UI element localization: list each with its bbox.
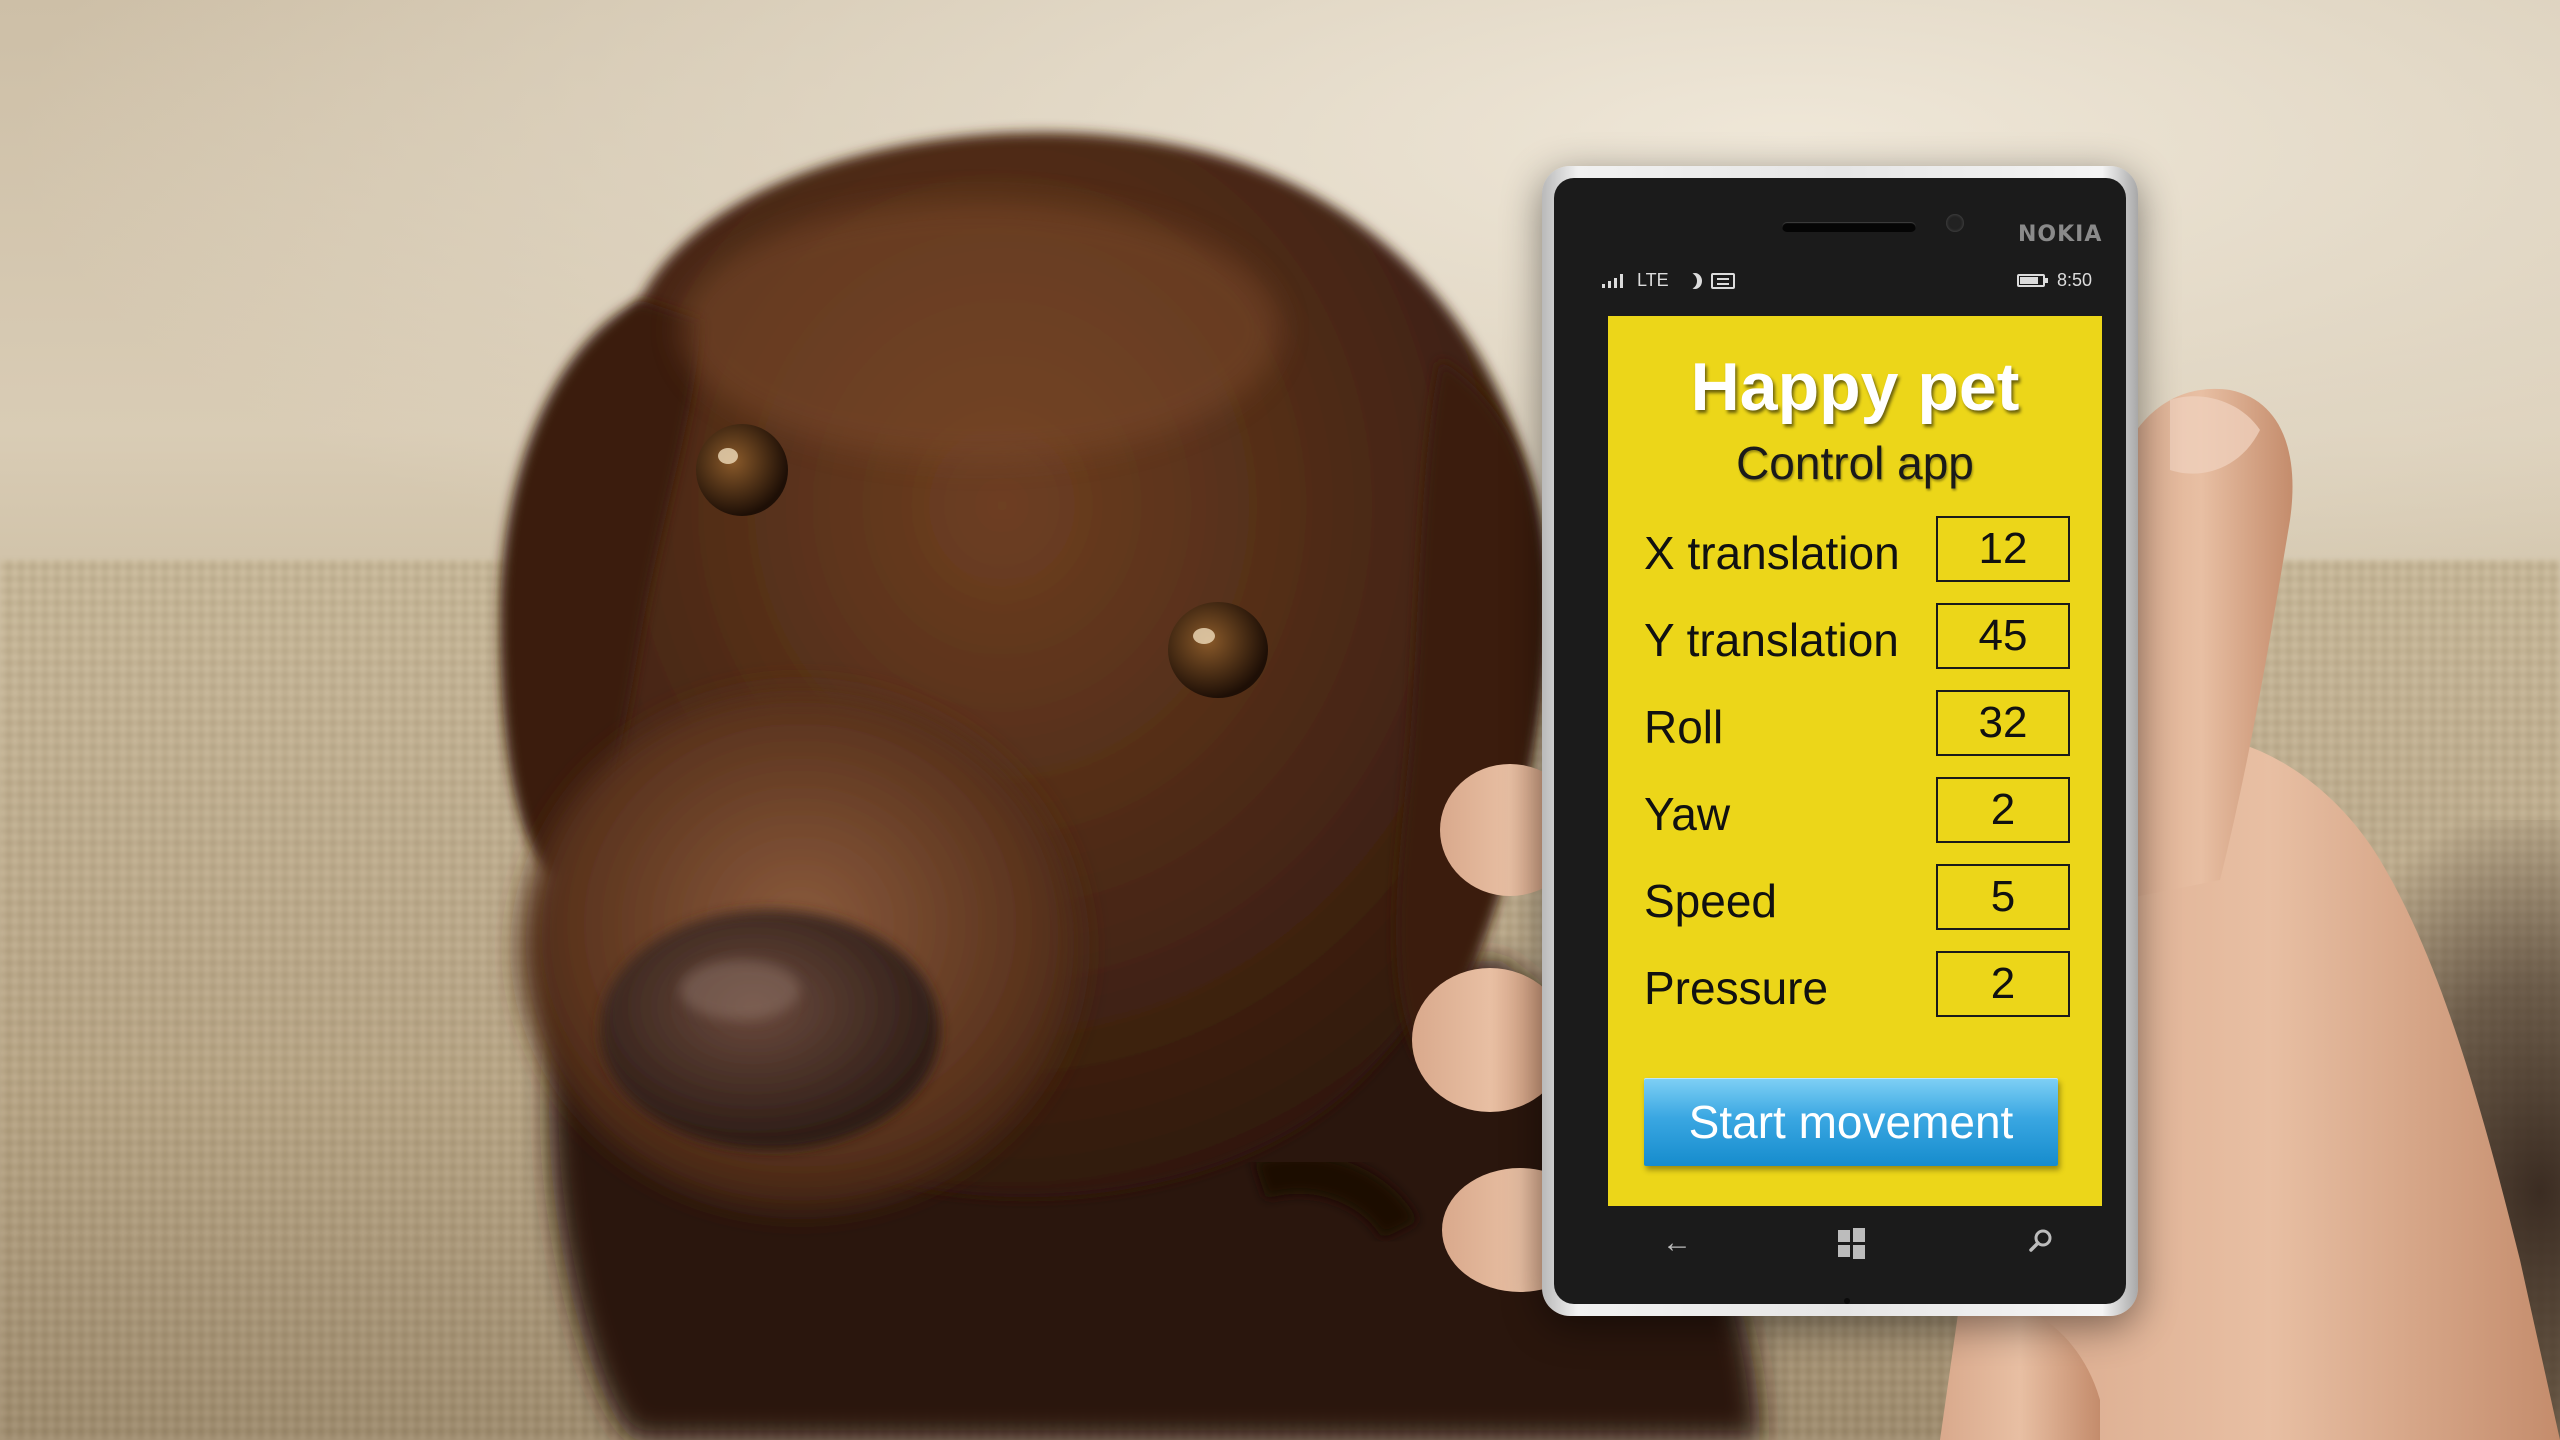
- x-translation-input[interactable]: [1936, 516, 2070, 582]
- app-screen: Happy pet Control app X translation Y tr…: [1608, 316, 2102, 1206]
- signal-icon: [1602, 273, 1623, 288]
- start-movement-button[interactable]: Start movement: [1644, 1078, 2058, 1166]
- background-photo: NOKIA LTE 8:50 Happy pet Control app X t…: [0, 0, 2560, 1440]
- search-icon[interactable]: [2028, 1228, 2054, 1254]
- pressure-input[interactable]: [1936, 951, 2070, 1017]
- param-label: Y translation: [1644, 614, 1899, 666]
- param-label: Roll: [1644, 701, 1724, 753]
- roll-input[interactable]: [1936, 690, 2070, 756]
- hand-illustration: [0, 0, 2560, 1440]
- phone-nav-bar: ←: [1598, 1214, 2098, 1270]
- phone-speaker: [1782, 222, 1916, 232]
- param-label: X translation: [1644, 527, 1900, 579]
- param-label: Pressure: [1644, 962, 1829, 1014]
- param-label: Yaw: [1644, 788, 1731, 840]
- status-bar: LTE 8:50: [1598, 266, 2098, 296]
- front-camera-icon: [1946, 214, 1964, 232]
- param-row-yaw: Yaw: [1608, 777, 2102, 847]
- moon-icon: [1683, 273, 1697, 289]
- param-row-pressure: Pressure: [1608, 951, 2102, 1021]
- battery-icon: [2016, 274, 2048, 287]
- windows-icon[interactable]: [1838, 1228, 1866, 1259]
- param-label: Speed: [1644, 875, 1778, 927]
- y-translation-input[interactable]: [1936, 603, 2070, 669]
- param-row-x-translation: X translation: [1608, 516, 2102, 586]
- speed-input[interactable]: [1936, 864, 2070, 930]
- phone-device: NOKIA LTE 8:50 Happy pet Control app X t…: [1542, 166, 2138, 1316]
- app-subtitle: Control app: [1736, 437, 1974, 489]
- message-icon: [1710, 272, 1735, 289]
- status-time: 8:50: [2056, 270, 2092, 290]
- yaw-input[interactable]: [1936, 777, 2070, 843]
- phone-brand: NOKIA: [2018, 222, 2103, 247]
- phone-bezel: NOKIA LTE 8:50 Happy pet Control app X t…: [1554, 178, 2126, 1304]
- param-row-speed: Speed: [1608, 864, 2102, 934]
- app-title: Happy pet: [1690, 349, 2020, 425]
- network-label: LTE: [1637, 270, 1669, 290]
- phone-sensor-dot: [1844, 1298, 1850, 1304]
- back-arrow-icon[interactable]: ←: [1662, 1228, 1692, 1258]
- param-row-roll: Roll: [1608, 690, 2102, 760]
- param-row-y-translation: Y translation: [1608, 603, 2102, 673]
